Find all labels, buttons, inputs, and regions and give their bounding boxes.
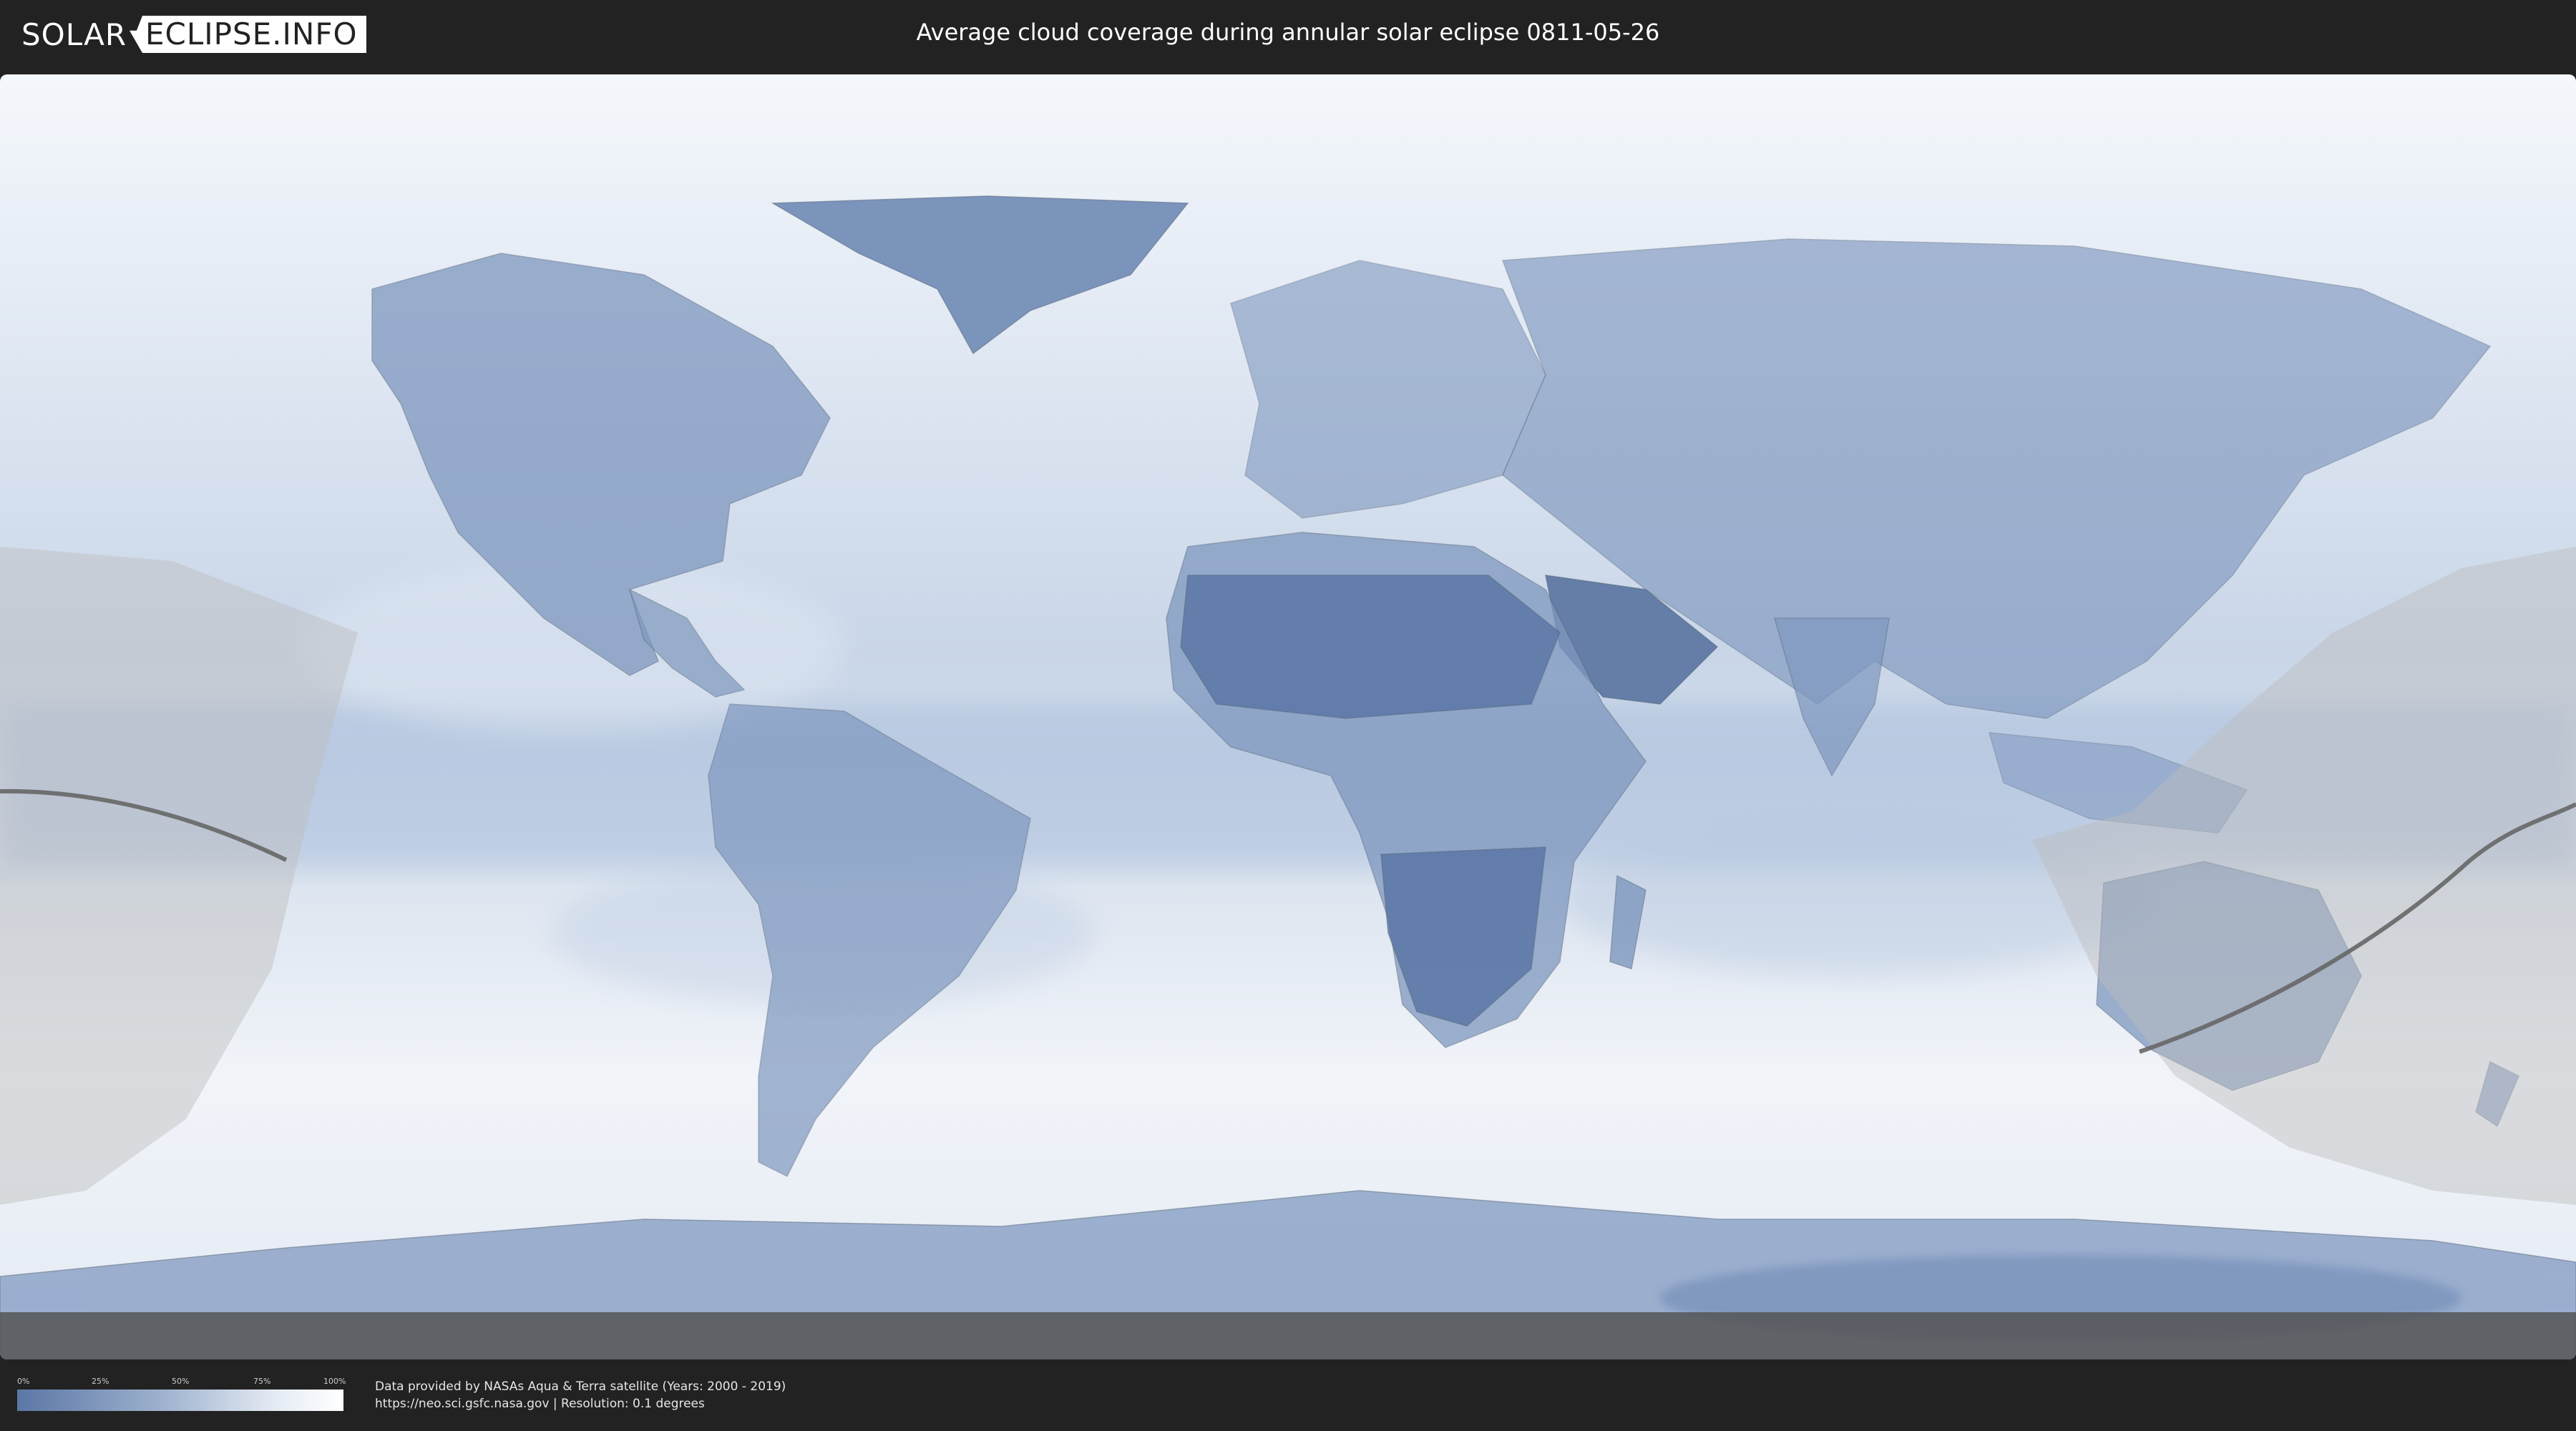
legend-ticks: 0% 25% 50% 75% 100% bbox=[17, 1377, 346, 1388]
legend-tick-0: 0% bbox=[17, 1377, 30, 1386]
map-bottom-strip bbox=[0, 1312, 2576, 1359]
legend-color-bar bbox=[17, 1390, 343, 1411]
page-title: Average cloud coverage during annular so… bbox=[916, 19, 1660, 46]
sahara-clear-region bbox=[1180, 575, 1561, 719]
legend-tick-50: 50% bbox=[172, 1377, 190, 1386]
cloud-coverage-legend: 0% 25% 50% 75% 100% bbox=[17, 1377, 346, 1414]
cloud-coverage-map[interactable] bbox=[0, 74, 2576, 1359]
header-bar: SOLAR ECLIPSE.INFO Average cloud coverag… bbox=[0, 0, 2576, 72]
credits-url[interactable]: https://neo.sci.gsfc.nasa.gov | Resoluti… bbox=[375, 1395, 786, 1412]
credits-source: Data provided by NASAs Aqua & Terra sate… bbox=[375, 1379, 786, 1394]
legend-tick-25: 25% bbox=[92, 1377, 109, 1386]
data-credits: Data provided by NASAs Aqua & Terra sate… bbox=[375, 1378, 786, 1412]
legend-tick-100: 100% bbox=[323, 1377, 346, 1386]
world-map-svg bbox=[0, 74, 2576, 1359]
legend-tick-75: 75% bbox=[253, 1377, 271, 1386]
